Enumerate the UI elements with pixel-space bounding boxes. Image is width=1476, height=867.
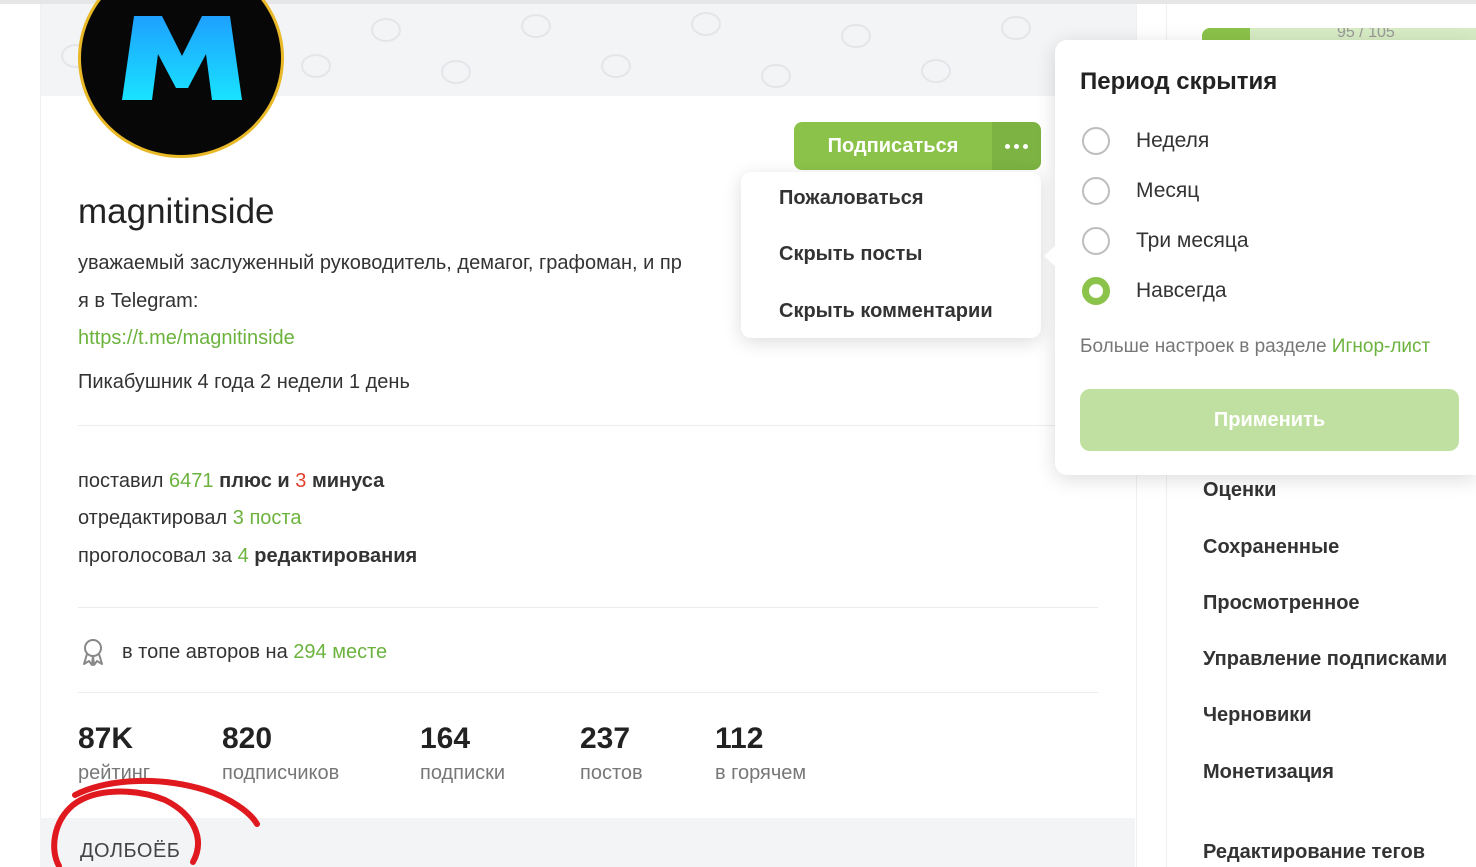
profile-description: уважаемый заслуженный руководитель, дема… bbox=[78, 252, 682, 274]
sidebar-item-viewed[interactable]: Просмотренное bbox=[1203, 592, 1360, 615]
radio-button-checked[interactable] bbox=[1082, 277, 1110, 305]
period-option-week[interactable]: Неделя bbox=[1082, 127, 1209, 155]
popup-title: Период скрытия bbox=[1080, 68, 1278, 95]
radio-button[interactable] bbox=[1082, 127, 1110, 155]
more-dots-icon bbox=[1005, 143, 1010, 149]
top-authors-rank: в топе авторов на 294 месте bbox=[78, 637, 387, 667]
period-option-forever[interactable]: Навсегда bbox=[1082, 277, 1227, 305]
sidebar-item-drafts[interactable]: Черновики bbox=[1203, 704, 1312, 727]
sidebar-item-edit-tags[interactable]: Редактирование тегов bbox=[1203, 841, 1425, 864]
counter-posts[interactable]: 237 постов bbox=[580, 722, 643, 785]
divider bbox=[78, 692, 1098, 693]
more-options-button[interactable] bbox=[992, 122, 1041, 170]
menu-item-hide-comments[interactable]: Скрыть комментарии bbox=[779, 300, 993, 323]
rank-link[interactable]: 294 месте bbox=[293, 641, 387, 664]
counter-subscriptions[interactable]: 164 подписки bbox=[420, 722, 505, 785]
sidebar-item-subscriptions[interactable]: Управление подписками bbox=[1203, 648, 1447, 671]
divider bbox=[78, 607, 1098, 608]
avatar[interactable] bbox=[78, 0, 284, 160]
account-age: Пикабушник 4 года 2 недели 1 день bbox=[78, 371, 410, 393]
counter-hot[interactable]: 112 в горячем bbox=[715, 722, 806, 785]
popup-arrow bbox=[1044, 245, 1056, 267]
red-annotation-circle bbox=[51, 777, 260, 867]
apply-button[interactable]: Применить bbox=[1080, 389, 1459, 451]
divider bbox=[78, 425, 1098, 426]
menu-item-report[interactable]: Пожаловаться bbox=[779, 187, 924, 210]
radio-button[interactable] bbox=[1082, 177, 1110, 205]
edits-stat: отредактировал 3 поста bbox=[78, 507, 302, 529]
period-option-three-months[interactable]: Три месяца bbox=[1082, 227, 1249, 255]
magnit-logo-icon bbox=[122, 16, 242, 100]
edits-link[interactable]: 3 поста bbox=[233, 507, 302, 529]
sidebar-item-ratings[interactable]: Оценки bbox=[1203, 479, 1276, 502]
ignore-list-link[interactable]: Игнор-лист bbox=[1332, 336, 1430, 357]
edit-votes-stat: проголосовал за 4 редактирования bbox=[78, 545, 418, 567]
period-option-month[interactable]: Месяц bbox=[1082, 177, 1199, 205]
radio-button[interactable] bbox=[1082, 227, 1110, 255]
sidebar-item-saved[interactable]: Сохраненные bbox=[1203, 536, 1339, 559]
subscribe-button[interactable]: Подписаться bbox=[794, 122, 992, 170]
telegram-label: я в Telegram: bbox=[78, 290, 199, 312]
more-settings-text: Больше настроек в разделе Игнор-лист bbox=[1080, 336, 1431, 357]
telegram-link[interactable]: https://t.me/magnitinside bbox=[78, 327, 295, 350]
profile-username: magnitinside bbox=[78, 192, 275, 231]
sidebar-item-monetization[interactable]: Монетизация bbox=[1203, 761, 1334, 784]
profile-actions-menu: Пожаловаться Скрыть посты Скрыть коммент… bbox=[741, 172, 1041, 338]
award-icon bbox=[83, 639, 103, 666]
votes-stat: поставил 6471 плюс и 3 минуса bbox=[78, 470, 385, 492]
menu-item-hide-posts[interactable]: Скрыть посты bbox=[779, 243, 922, 266]
